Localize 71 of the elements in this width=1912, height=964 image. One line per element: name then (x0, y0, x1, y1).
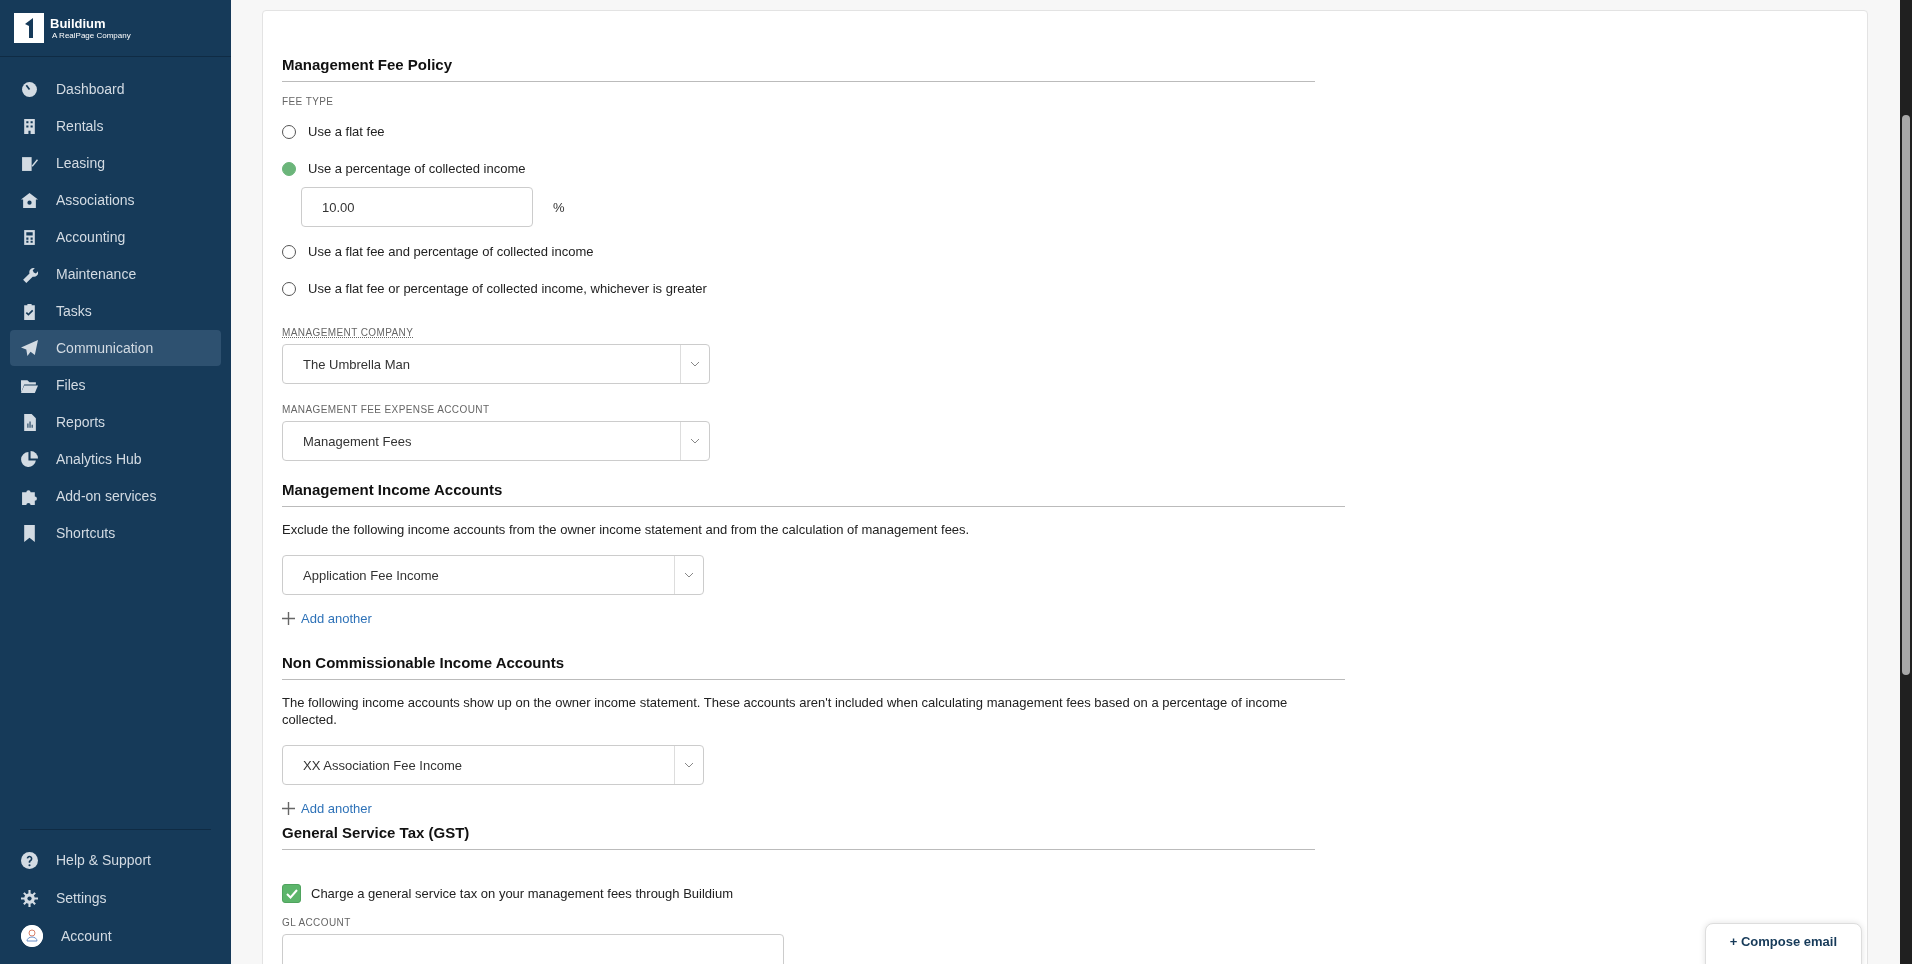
section-heading: Management Income Accounts (282, 481, 1345, 507)
building-icon (21, 117, 38, 135)
radio-button[interactable] (282, 244, 296, 259)
chevron-down-icon (684, 572, 694, 578)
sidebar-item[interactable]: Account (20, 918, 211, 954)
brand-tagline: A RealPage Company (52, 31, 131, 40)
brand-name: Buildium (50, 16, 107, 31)
paper-plane-icon (21, 339, 38, 357)
clipboard-check-icon (21, 302, 38, 320)
add-another-link[interactable]: Add another (282, 801, 372, 816)
sidebar-item[interactable]: Add-on services (10, 478, 221, 514)
settings-icon (21, 889, 38, 907)
unit-label: % (553, 199, 565, 215)
plus-icon (282, 802, 295, 815)
chevron-down-icon (690, 361, 700, 367)
radio-label: Use a percentage of collected income (308, 161, 526, 176)
puzzle-icon (21, 487, 38, 505)
select-field[interactable]: Application Fee Income (282, 555, 704, 595)
percentage-field[interactable]: 10.00 (301, 187, 533, 227)
chevron-down-icon (690, 438, 700, 444)
section-heading: Management Fee Policy (282, 56, 1315, 82)
radio-label: Use a flat fee (308, 124, 385, 139)
sidebar-item[interactable]: Accounting (10, 219, 221, 255)
radio-button[interactable] (282, 161, 296, 176)
sidebar-item[interactable]: Rentals (10, 108, 221, 144)
sidebar-item[interactable]: Shortcuts (10, 515, 221, 551)
field-label: MANAGEMENT COMPANY (282, 327, 414, 338)
radio-label: Use a flat fee and percentage of collected income (308, 244, 594, 259)
logo-icon[interactable] (14, 13, 44, 43)
checkmark-icon (285, 888, 298, 899)
sidebar-item[interactable]: Maintenance (10, 256, 221, 292)
sidebar-item[interactable]: Dashboard (10, 71, 221, 107)
scrollbar[interactable] (1900, 0, 1912, 964)
calculator-icon (21, 228, 38, 246)
checkbox-label: Charge a general service tax on your management fees through Buildium (311, 886, 734, 901)
section-description: The following income accounts show up on the owner income statement. These accounts aren't included when calculating management fees based on a percentage of income collected. (282, 694, 1289, 728)
section-heading: Non Commissionable Income Accounts (282, 654, 1345, 680)
sidebar-item[interactable]: Leasing (10, 145, 221, 181)
sidebar-item[interactable]: Communication (10, 330, 221, 366)
sidebar-item[interactable]: Reports (10, 404, 221, 440)
select-field[interactable] (282, 934, 784, 964)
wrench-icon (21, 265, 38, 283)
select-field[interactable]: Management Fees (282, 421, 710, 461)
sidebar-item[interactable]: Associations (10, 182, 221, 218)
field-label: GL ACCOUNT (282, 917, 352, 928)
checkbox[interactable] (282, 884, 301, 903)
sidebar-item[interactable]: Analytics Hub (10, 441, 221, 477)
help-icon (21, 851, 38, 869)
radio-label: Use a flat fee or percentage of collected income, whichever is greater (308, 281, 707, 296)
gauge-icon (21, 80, 38, 98)
sidebar-item[interactable]: Help & Support (20, 842, 211, 878)
field-label: MANAGEMENT FEE EXPENSE ACCOUNT (282, 404, 491, 415)
avatar-icon (21, 925, 43, 947)
pie-chart-icon (21, 450, 38, 468)
sidebar-item[interactable]: Files (10, 367, 221, 403)
sidebar-item[interactable]: Tasks (10, 293, 221, 329)
select-field[interactable]: The Umbrella Man (282, 344, 710, 384)
select-field[interactable]: XX Association Fee Income (282, 745, 704, 785)
document-pen-icon (21, 154, 38, 172)
compose-email-button[interactable]: + Compose email (1704, 923, 1862, 964)
report-icon (21, 413, 38, 431)
plus-icon (282, 612, 295, 625)
section-description: Exclude the following income accounts from the owner income statement and from the calculation of management fees. (282, 521, 971, 538)
radio-button[interactable] (282, 124, 296, 139)
field-label: FEE TYPE (282, 96, 335, 107)
section-heading: General Service Tax (GST) (282, 824, 1315, 850)
sidebar-item[interactable]: Settings (20, 880, 211, 916)
chevron-down-icon (684, 762, 694, 768)
bookmark-icon (21, 524, 38, 542)
add-another-link[interactable]: Add another (282, 611, 372, 626)
radio-button[interactable] (282, 281, 296, 296)
